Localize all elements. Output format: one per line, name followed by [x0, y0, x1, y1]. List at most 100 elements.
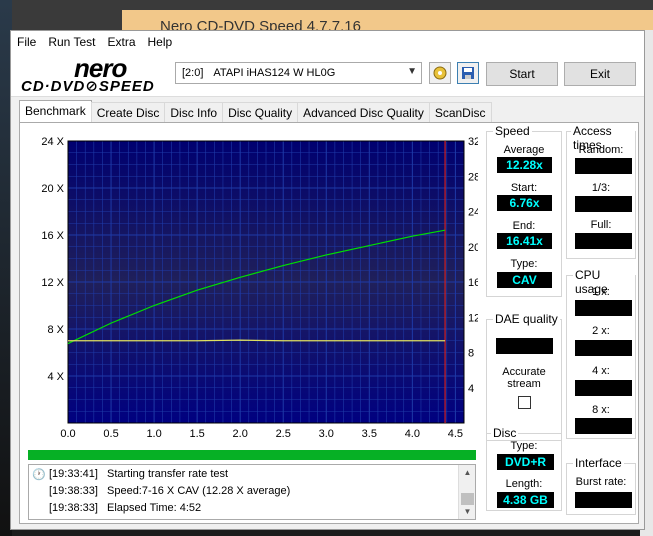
disc-type-label: Type:	[510, 440, 538, 452]
dae-quality-title: DAE quality	[493, 312, 560, 326]
menu-file[interactable]: File	[11, 35, 42, 49]
cpu-1x-label: 1 x:	[592, 286, 610, 298]
tab-scandisc[interactable]: ScanDisc	[428, 102, 492, 122]
clock-icon: 🕐	[32, 468, 46, 481]
start-speed-value: 6.76x	[497, 195, 552, 211]
disc-type-value: DVD+R	[497, 454, 554, 470]
end-speed-value: 16.41x	[497, 233, 552, 249]
y-right-tick-label: 24	[468, 207, 478, 219]
speed-group: Speed Average 12.28x Start: 6.76x End: 1…	[486, 124, 562, 297]
cpu-usage-group: CPU usage 1 x: 2 x: 4 x: 8 x:	[566, 268, 636, 439]
tab-benchmark[interactable]: Benchmark	[19, 100, 92, 122]
menu-extra[interactable]: Extra	[101, 35, 141, 49]
log-message: Elapsed Time: 4:52	[107, 502, 202, 514]
log-scrollbar[interactable]: ▲ ▼	[458, 465, 475, 519]
scroll-up-icon[interactable]: ▲	[459, 465, 475, 480]
log-message: Speed:7-16 X CAV (12.28 X average)	[107, 485, 291, 497]
tab-advanced-disc-quality[interactable]: Advanced Disc Quality	[297, 102, 430, 122]
cpu-2x-value	[575, 340, 632, 356]
toolbar: nero CD·DVD⊘SPEED [2:0] ATAPI iHAS124 W …	[11, 53, 644, 97]
x-tick-label: 3.5	[362, 428, 377, 440]
full-label: Full:	[590, 219, 612, 231]
y-left-tick-label: 8 X	[47, 324, 64, 336]
menu-help[interactable]: Help	[142, 35, 179, 49]
drive-select[interactable]: [2:0] ATAPI iHAS124 W HL0G ▼	[175, 62, 422, 84]
exit-button[interactable]: Exit	[564, 62, 636, 86]
y-left-tick-label: 4 X	[47, 371, 64, 383]
burst-rate-label: Burst rate:	[575, 476, 627, 488]
tab-disc-info[interactable]: Disc Info	[164, 102, 224, 122]
end-speed-label: End:	[512, 220, 536, 232]
cpu-1x-value	[575, 300, 632, 316]
drive-name: ATAPI iHAS124 W HL0G	[213, 67, 336, 79]
accurate-stream-checkbox[interactable]	[518, 396, 531, 409]
burst-rate-value	[575, 492, 632, 508]
type-label: Type:	[510, 258, 538, 270]
x-tick-label: 3.0	[319, 428, 334, 440]
interface-group: Interface Burst rate:	[566, 456, 636, 515]
y-left-tick-label: 24 X	[41, 136, 64, 148]
log-list: 🕐 [19:33:41] Starting transfer rate test…	[28, 464, 476, 520]
cpu-8x-label: 8 x:	[592, 404, 610, 416]
app-window: File Run Test Extra Help nero CD·DVD⊘SPE…	[10, 30, 645, 530]
y-right-tick-label: 16	[468, 277, 478, 289]
menu-bar: File Run Test Extra Help	[11, 31, 644, 53]
progress-bar	[28, 450, 476, 460]
speed-title: Speed	[493, 124, 532, 138]
logo-subtitle: CD·DVD⊘SPEED	[21, 78, 155, 95]
scroll-down-icon[interactable]: ▼	[459, 504, 475, 519]
full-value	[575, 233, 632, 249]
y-right-tick-label: 32	[468, 136, 478, 148]
cpu-8x-value	[575, 418, 632, 434]
chevron-down-icon: ▼	[407, 66, 417, 77]
random-label: Random:	[578, 144, 624, 156]
x-tick-label: 1.5	[189, 428, 204, 440]
x-tick-label: 2.5	[276, 428, 291, 440]
y-left-tick-label: 20 X	[41, 183, 64, 195]
series-line-1	[68, 339, 446, 342]
disc-length-value: 4.38 GB	[497, 492, 554, 508]
average-value: 12.28x	[497, 157, 552, 173]
interface-title: Interface	[573, 456, 624, 470]
y-right-tick-label: 4	[468, 383, 474, 395]
drive-address: [2:0]	[182, 67, 204, 79]
cpu-4x-label: 4 x:	[592, 365, 610, 377]
access-times-group: Access times Random: 1/3: Full:	[566, 124, 636, 259]
cpu-2x-label: 2 x:	[592, 325, 610, 337]
cpu-4x-value	[575, 380, 632, 396]
accurate-stream-label: Accurate stream	[502, 366, 546, 390]
y-right-tick-label: 20	[468, 242, 478, 254]
y-right-tick-label: 8	[468, 348, 474, 360]
x-tick-label: 4.0	[405, 428, 420, 440]
x-tick-label: 2.0	[233, 428, 248, 440]
third-value	[575, 196, 632, 212]
disc-title: Disc	[491, 426, 519, 440]
nero-logo: nero CD·DVD⊘SPEED	[19, 53, 169, 95]
y-right-tick-label: 28	[468, 171, 478, 183]
log-time: [19:33:41]	[49, 468, 98, 480]
tab-create-disc[interactable]: Create Disc	[90, 102, 166, 122]
log-time: [19:38:33]	[49, 485, 98, 497]
disc-group: Disc Type: DVD+R Length: 4.38 GB	[486, 426, 562, 511]
tab-disc-quality[interactable]: Disc Quality	[222, 102, 299, 122]
type-value: CAV	[497, 272, 552, 288]
start-button[interactable]: Start	[486, 62, 558, 86]
drive-eject-icon[interactable]	[429, 62, 451, 84]
start-speed-label: Start:	[510, 182, 538, 194]
average-label: Average	[503, 144, 545, 156]
log-message: Starting transfer rate test	[107, 468, 229, 480]
x-tick-label: 0.0	[60, 428, 75, 440]
benchmark-panel: 24 X 20 X 16 X 12 X 8 X 4 X 32 28 24 20 16 12 8 4 0.0 0…	[19, 122, 639, 524]
tab-bar: Benchmark Create Disc Disc Info Disc Qua…	[19, 100, 492, 122]
disc-length-label: Length:	[505, 478, 543, 490]
y-left-tick-label: 16 X	[41, 230, 64, 242]
save-icon[interactable]	[457, 62, 479, 84]
third-label: 1/3:	[591, 182, 611, 194]
benchmark-chart: 24 X 20 X 16 X 12 X 8 X 4 X 32 28 24 20 16 12 8 4 0.0 0…	[30, 133, 478, 453]
y-left-tick-label: 12 X	[41, 277, 64, 289]
log-time: [19:38:33]	[49, 502, 98, 514]
x-tick-label: 4.5	[448, 428, 463, 440]
y-right-tick-label: 12	[468, 312, 478, 324]
menu-run-test[interactable]: Run Test	[42, 35, 101, 49]
x-tick-label: 0.5	[103, 428, 118, 440]
